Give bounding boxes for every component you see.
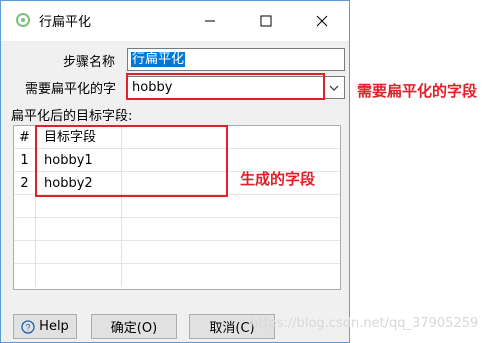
title-bar[interactable]: 行扁平化	[1, 1, 349, 41]
row-num-empty	[14, 195, 36, 218]
table-row-empty[interactable]	[14, 264, 340, 287]
row-num: 1	[14, 149, 36, 172]
annotation-box-field	[126, 73, 325, 100]
step-name-input[interactable]: 行扁平化	[127, 48, 345, 71]
help-label: Help	[39, 319, 69, 334]
table-row-empty[interactable]	[14, 195, 340, 218]
cancel-label: 取消(C)	[209, 321, 255, 336]
row-num: 2	[14, 172, 36, 195]
step-name-value: 行扁平化	[131, 52, 186, 67]
ok-button[interactable]: 确定(O)	[91, 314, 177, 339]
maximize-button[interactable]	[243, 1, 289, 41]
chevron-down-icon	[329, 85, 339, 91]
maximize-icon	[260, 15, 272, 27]
annotation-field-note: 需要扁平化的字段	[357, 82, 478, 100]
combo-arrow[interactable]	[324, 77, 344, 98]
close-button[interactable]	[299, 1, 345, 41]
table-row-empty[interactable]	[14, 241, 340, 264]
row-value-empty[interactable]	[36, 195, 122, 218]
help-button[interactable]: ? Help	[13, 314, 77, 339]
field-label: 需要扁平化的字	[25, 82, 117, 97]
row-value-empty[interactable]	[36, 241, 122, 264]
annotation-box-generated	[35, 125, 228, 197]
row-num-empty	[14, 218, 36, 241]
minimize-button[interactable]	[187, 1, 233, 41]
step-name-label: 步骤名称	[63, 55, 116, 70]
minimize-icon	[205, 20, 215, 22]
header-num: #	[14, 126, 36, 149]
window-title: 行扁平化	[39, 15, 92, 30]
table-row-empty[interactable]	[14, 218, 340, 241]
help-icon: ?	[21, 319, 35, 334]
annotation-generated-note: 生成的字段	[240, 170, 316, 188]
row-value-empty[interactable]	[36, 264, 122, 287]
row-num-empty	[14, 264, 36, 287]
row-value-empty[interactable]	[36, 218, 122, 241]
app-icon	[16, 13, 30, 27]
target-section-label: 扁平化后的目标字段:	[11, 109, 133, 124]
svg-text:?: ?	[26, 322, 31, 332]
close-icon	[316, 15, 328, 27]
watermark: https://blog.csdn.net/qq_37905259	[250, 316, 479, 331]
row-num-empty	[14, 241, 36, 264]
ok-label: 确定(O)	[110, 321, 158, 336]
